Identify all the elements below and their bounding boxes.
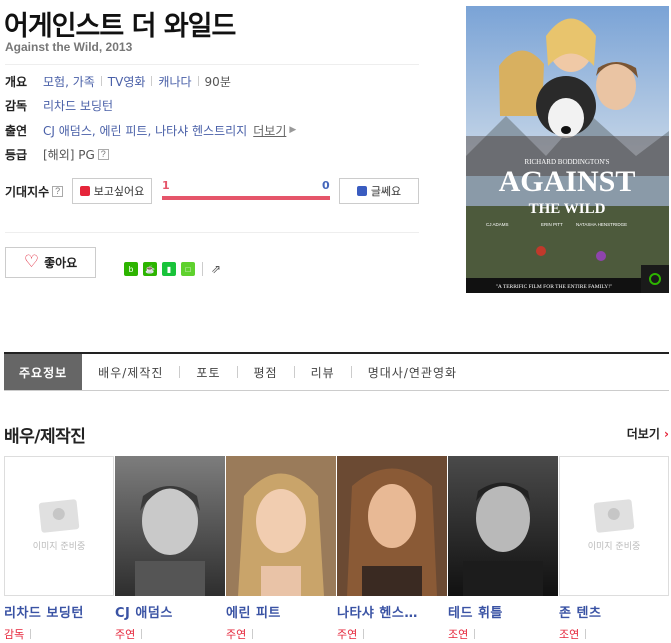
divider: [5, 232, 419, 233]
cast-name[interactable]: 리차드 보딩턴: [4, 602, 114, 621]
no-image-caption: 이미지 준비중: [587, 541, 641, 552]
blog-share-icon[interactable]: b: [124, 262, 138, 276]
cast-name[interactable]: CJ 애덤스: [115, 602, 225, 621]
chevron-right-icon: ›: [664, 427, 669, 441]
cast-name[interactable]: 테드 휘틀: [448, 602, 558, 621]
divider: [5, 64, 419, 65]
svg-text:ERIN PITT: ERIN PITT: [541, 222, 563, 227]
poster-image: RICHARD BODDINGTON'S AGAINST THE WILD CJ…: [466, 6, 669, 293]
no-image-caption: 이미지 준비중: [32, 541, 86, 552]
movie-subtitle: Against the Wild, 2013: [5, 40, 133, 54]
photo-placeholder-icon: [593, 498, 635, 533]
no-image-placeholder: 이미지 준비중: [4, 456, 114, 596]
movie-title: 어게인스트 더 와일드: [4, 11, 236, 42]
nah-count: 0: [322, 179, 330, 192]
like-label: 좋아요: [44, 256, 78, 270]
chevron-right-icon: ▶: [289, 125, 297, 135]
country-link[interactable]: 캐나다: [158, 73, 191, 90]
bookmark-share-icon[interactable]: ▮: [162, 262, 176, 276]
not-sure-button[interactable]: 글쎄요: [339, 178, 419, 204]
runtime: 90분: [204, 74, 231, 89]
rating-label: 등급: [5, 147, 28, 162]
tab-bar: 주요정보 배우/제작진 포토 평점 리뷰 명대사/연관영화: [4, 352, 669, 391]
svg-text:AGAINST: AGAINST: [499, 165, 636, 198]
type-link[interactable]: TV영화: [108, 73, 146, 90]
cast-list: 이미지 준비중 리차드 보딩턴 감독 CJ 애덤스 주연 에린 피트 주연 나타…: [4, 456, 670, 642]
memo-share-icon[interactable]: □: [181, 262, 195, 276]
cast-role: 감독: [4, 626, 114, 642]
cafe-share-icon[interactable]: ☕: [143, 262, 157, 276]
zoom-button[interactable]: [641, 265, 669, 293]
cast-card[interactable]: 에린 피트 주연: [226, 456, 336, 642]
genre-link[interactable]: 모험, 가족: [43, 73, 95, 90]
like-button[interactable]: ♡ 좋아요: [5, 247, 96, 278]
cast-card[interactable]: 이미지 준비중 존 텐츠 조연: [559, 456, 669, 642]
search-icon: [649, 273, 661, 285]
svg-text:"A TERRIFIC FILM FOR THE ENTIR: "A TERRIFIC FILM FOR THE ENTIRE FAMILY!": [496, 284, 613, 290]
share-icons: b ☕ ▮ □ ⇗: [124, 262, 228, 276]
tab-review[interactable]: 리뷰: [295, 354, 351, 390]
cast-card[interactable]: 테드 휘틀 조연: [448, 456, 558, 642]
tab-cast[interactable]: 배우/제작진: [82, 354, 179, 390]
movie-poster[interactable]: RICHARD BODDINGTON'S AGAINST THE WILD CJ…: [466, 6, 669, 293]
cast-card[interactable]: 나타샤 헨스… 주연: [337, 456, 447, 642]
tab-quotes[interactable]: 명대사/연관영화: [352, 354, 473, 390]
cast-more-link[interactable]: 더보기: [253, 122, 286, 139]
cast-photo: [337, 456, 447, 596]
thumbs-down-icon: [356, 186, 367, 196]
cast-photo: [115, 456, 225, 596]
cast-links[interactable]: CJ 애덤스, 에린 피트, 나타샤 헨스트리지: [43, 122, 247, 139]
help-icon[interactable]: ?: [52, 185, 64, 197]
cast-section-title: 배우/제작진: [4, 427, 86, 447]
expectation-row: 기대지수 ?: [5, 182, 64, 200]
svg-text:CJ ADAMS: CJ ADAMS: [486, 222, 509, 227]
director-link[interactable]: 리차드 보딩턴: [43, 97, 113, 114]
expectation-label: 기대지수: [5, 184, 50, 199]
nah-label: 글쎄요: [370, 185, 402, 198]
tab-photo[interactable]: 포토: [180, 354, 236, 390]
heart-icon: ♡: [23, 252, 40, 272]
expectation-bar: [162, 196, 330, 200]
cast-more-button[interactable]: 더보기 ›: [627, 425, 669, 442]
svg-text:THE WILD: THE WILD: [529, 201, 606, 217]
svg-text:NATASHA HENSTRIDGE: NATASHA HENSTRIDGE: [576, 222, 627, 227]
thumbs-up-icon: [79, 186, 90, 196]
tab-rating[interactable]: 평점: [238, 354, 294, 390]
director-row: 감독 리차드 보딩턴: [5, 96, 113, 114]
director-label: 감독: [5, 98, 28, 113]
cast-photo: [448, 456, 558, 596]
photo-placeholder-icon: [38, 498, 80, 533]
cast-role: 조연: [559, 626, 669, 642]
rating-value: [해외] PG: [43, 147, 95, 162]
share-icon[interactable]: ⇗: [209, 262, 223, 276]
help-icon[interactable]: ?: [97, 148, 109, 160]
overview-row: 개요 모험, 가족 TV영화 캐나다 90분: [5, 72, 231, 90]
no-image-placeholder: 이미지 준비중: [559, 456, 669, 596]
cast-photo: [226, 456, 336, 596]
overview-label: 개요: [5, 74, 28, 89]
see-more-label: 더보기: [626, 427, 660, 441]
tab-main-info[interactable]: 주요정보: [4, 354, 83, 390]
cast-name[interactable]: 존 텐츠: [559, 602, 669, 621]
cast-role: 조연: [448, 626, 558, 642]
want-to-see-button[interactable]: 보고싶어요: [72, 178, 152, 204]
cast-card[interactable]: CJ 애덤스 주연: [115, 456, 225, 642]
cast-role: 주연: [337, 626, 447, 642]
want-label: 보고싶어요: [93, 185, 145, 198]
cast-label: 출연: [5, 123, 28, 138]
cast-name[interactable]: 에린 피트: [226, 602, 336, 621]
cast-card[interactable]: 이미지 준비중 리차드 보딩턴 감독: [4, 456, 114, 642]
cast-row: 출연 CJ 애덤스, 에린 피트, 나타샤 헨스트리지 더보기 ▶: [5, 121, 296, 139]
cast-name[interactable]: 나타샤 헨스…: [337, 602, 447, 621]
rating-row: 등급 [해외] PG ?: [5, 145, 109, 163]
cast-role: 주연: [226, 626, 336, 642]
cast-role: 주연: [115, 626, 225, 642]
want-count: 1: [162, 179, 170, 192]
